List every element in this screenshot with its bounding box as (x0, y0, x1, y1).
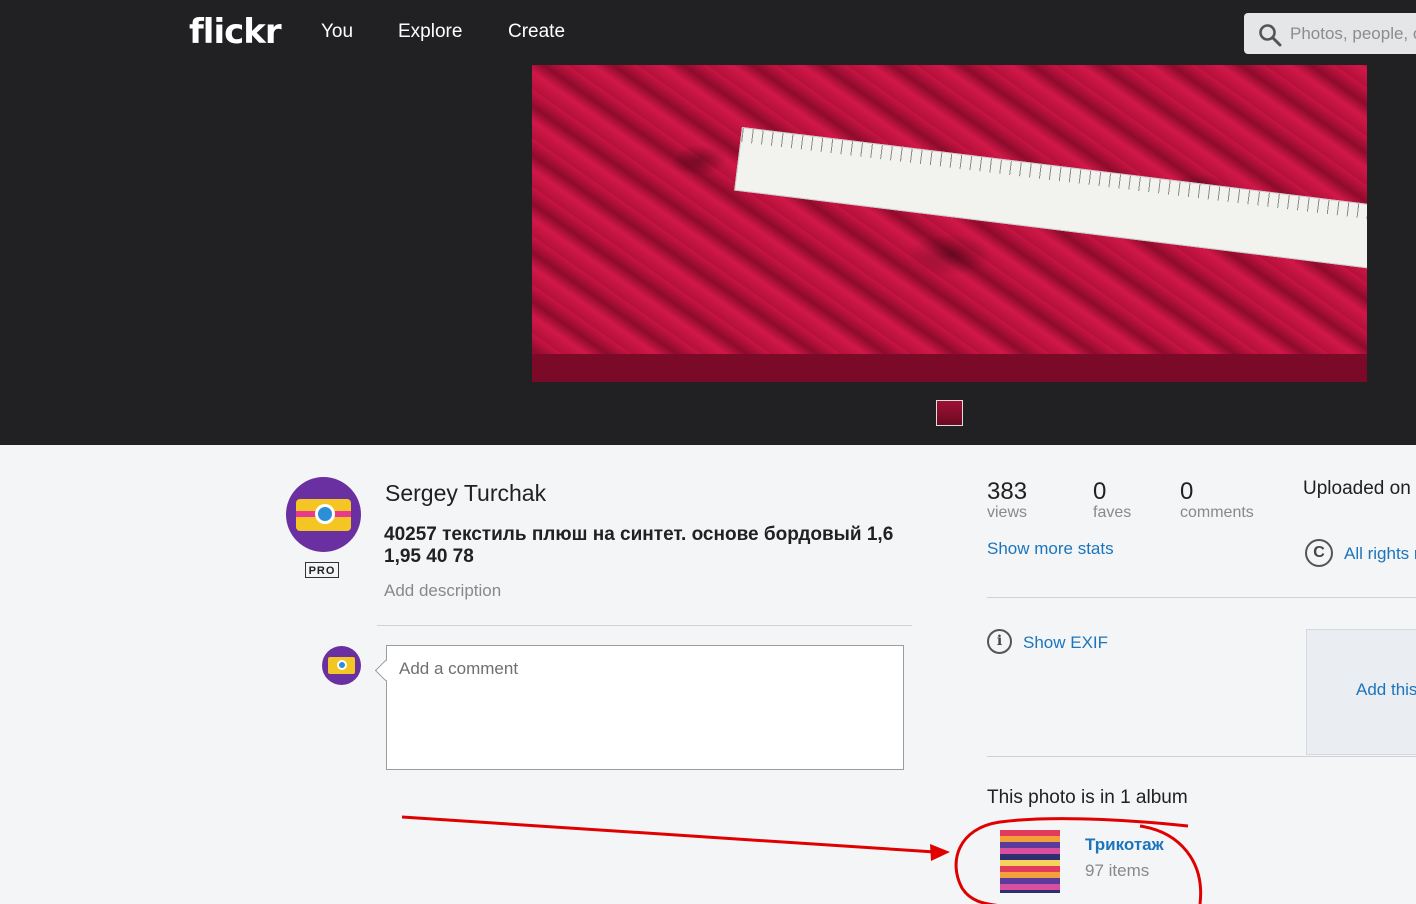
nav-explore[interactable]: Explore (398, 21, 462, 43)
top-navigation-bar: flickr You Explore Create (0, 0, 1416, 65)
album-section-heading: This photo is in 1 album (987, 787, 1188, 808)
faves-count: 0 (1093, 478, 1107, 505)
author-avatar[interactable] (286, 477, 361, 552)
nav-create[interactable]: Create (508, 21, 565, 43)
main-photo[interactable] (532, 65, 1367, 382)
flickr-logo[interactable]: flickr (189, 12, 282, 52)
album-link[interactable]: Трикотаж (1085, 835, 1164, 855)
album-item-count: 97 items (1085, 861, 1150, 880)
search-input[interactable] (1290, 13, 1416, 54)
photo-stage (0, 65, 1416, 445)
author-name[interactable]: Sergey Turchak (385, 480, 546, 507)
album-thumbnail[interactable] (1000, 830, 1060, 893)
views-count: 383 (987, 478, 1028, 505)
add-description-link[interactable]: Add description (384, 581, 501, 601)
search-box[interactable] (1244, 13, 1416, 54)
license-link[interactable]: All rights reserved (1344, 544, 1416, 564)
commenter-avatar (322, 646, 361, 685)
show-exif-link[interactable]: Show EXIF (1023, 633, 1108, 653)
nav-you[interactable]: You (321, 21, 353, 43)
divider (987, 756, 1416, 757)
pro-badge: PRO (305, 562, 339, 578)
copyright-icon: C (1305, 539, 1333, 567)
divider (987, 597, 1416, 598)
show-more-stats-link[interactable]: Show more stats (987, 539, 1114, 559)
add-to-gallery-box[interactable]: Add this photo to (1306, 629, 1416, 755)
annotation-circle (954, 817, 1203, 904)
annotation-arrow-head (930, 844, 950, 861)
comments-count: 0 (1180, 478, 1194, 505)
search-icon[interactable] (1258, 23, 1282, 52)
add-to-gallery-link[interactable]: Add this photo to (1356, 680, 1416, 700)
views-label: views (987, 504, 1028, 521)
comment-input[interactable] (387, 646, 903, 769)
photo-title: 40257 текстиль плюш на синтет. основе бо… (384, 524, 894, 567)
uploaded-date: Uploaded on (1303, 478, 1411, 499)
ruler-in-photo (734, 127, 1367, 269)
comments-label: comments (1180, 504, 1254, 521)
photo-thumbnail[interactable] (936, 400, 963, 426)
info-icon: i (987, 629, 1012, 654)
divider (377, 625, 912, 626)
comment-box[interactable] (374, 645, 904, 770)
faves-label: faves (1093, 504, 1132, 521)
annotation-arrow-line (401, 815, 936, 854)
